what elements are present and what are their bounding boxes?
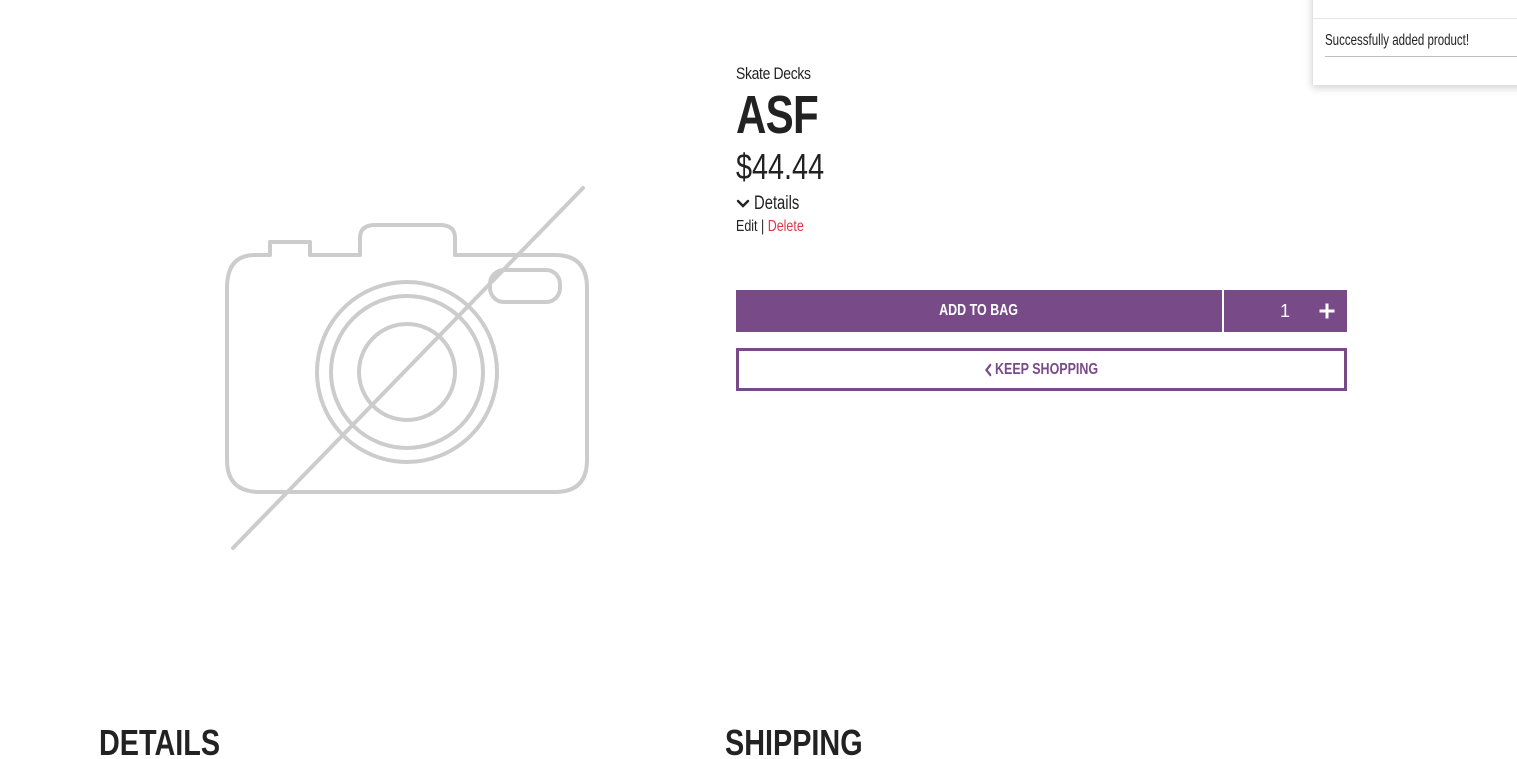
product-title: ASF (736, 85, 819, 145)
details-heading: Details (99, 722, 221, 759)
add-to-bag-label: Add to Bag (939, 302, 1019, 319)
quantity-stepper (1224, 290, 1347, 332)
keep-shopping-inner: Keep Shopping (984, 360, 1099, 379)
toast-divider (1313, 18, 1517, 19)
product-category: Skate Decks (736, 64, 811, 83)
product-image (215, 180, 595, 555)
product-detail-page: Skate Decks ASF $44.44 Details Edit | De… (0, 0, 1517, 759)
quantity-input[interactable] (1264, 300, 1306, 322)
toast-message: Successfully added product! (1325, 32, 1470, 49)
plus-icon[interactable] (1319, 303, 1335, 319)
admin-separator: | (760, 218, 765, 235)
admin-links: Edit | Delete (736, 218, 804, 240)
add-to-bag-row: Add to Bag (736, 290, 1347, 332)
no-image-camera-icon (225, 186, 589, 550)
shipping-heading: Shipping (725, 722, 863, 759)
details-toggle-label: Details (754, 193, 800, 214)
success-toast: Successfully added product! (1312, 0, 1517, 85)
keep-shopping-button[interactable]: Keep Shopping (736, 348, 1347, 391)
edit-link[interactable]: Edit (736, 218, 758, 235)
delete-link[interactable]: Delete (768, 218, 804, 235)
details-toggle[interactable]: Details (736, 192, 1347, 216)
keep-shopping-label: Keep Shopping (995, 360, 1099, 378)
chevron-left-icon (985, 363, 992, 376)
chevron-down-icon (736, 199, 750, 208)
toast-progress-line (1325, 56, 1517, 57)
product-price: $44.44 (736, 146, 825, 187)
product-info: Skate Decks ASF $44.44 Details Edit | De… (736, 64, 1347, 240)
add-to-bag-button[interactable]: Add to Bag (736, 290, 1222, 332)
